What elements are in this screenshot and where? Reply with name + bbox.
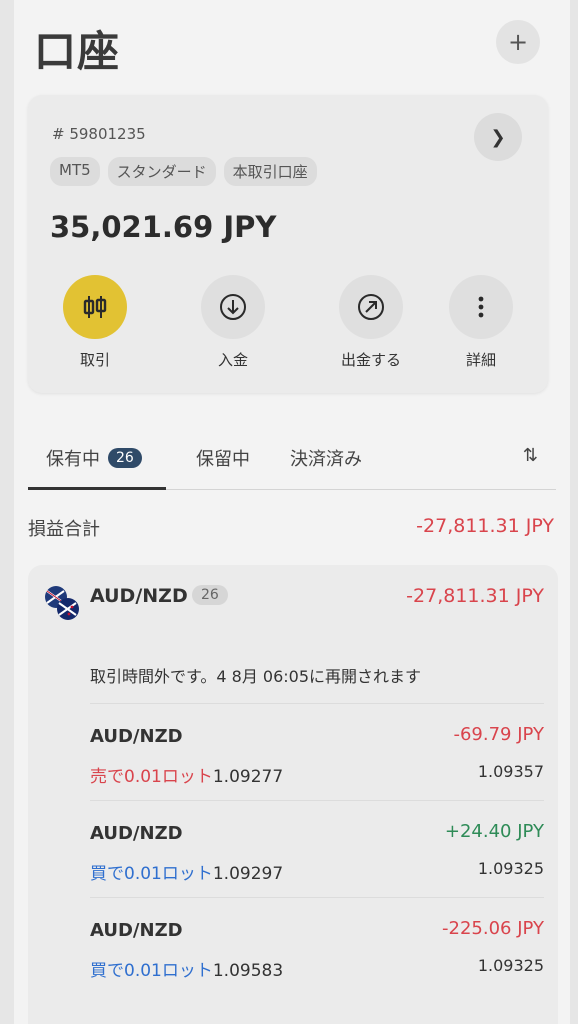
account-card[interactable]: # 59801235 ❯ MT5 スタンダード 本取引口座 35,021.69 … xyxy=(28,95,548,393)
position-side: 買で xyxy=(90,961,124,981)
candlestick-icon xyxy=(83,296,107,318)
position-row[interactable]: AUD/NZD +24.40 JPY 買で0.01ロット1.09297 1.09… xyxy=(90,800,544,897)
position-symbol: AUD/NZD xyxy=(90,823,183,844)
aud-nzd-flag-icon xyxy=(45,586,79,620)
withdraw-label: 出金する xyxy=(340,351,401,369)
active-tab-indicator xyxy=(28,487,166,490)
tab-open-positions[interactable]: 保有中 26 xyxy=(46,445,142,471)
position-current-price: 1.09325 xyxy=(477,859,544,878)
tab-open-label: 保有中 xyxy=(46,449,100,470)
pair-symbol: AUD/NZD xyxy=(90,585,188,607)
sort-icon[interactable]: ⇅ xyxy=(523,445,538,466)
position-open-price: 1.09583 xyxy=(212,961,284,981)
account-actions: 取引 入金 出金する 詳細 xyxy=(28,275,548,375)
account-mode-tag: 本取引口座 xyxy=(223,157,317,186)
more-label: 詳細 xyxy=(465,351,496,369)
position-row[interactable]: AUD/NZD -225.06 JPY 買で0.01ロット1.09583 1.0… xyxy=(90,897,544,994)
account-number: # 59801235 xyxy=(52,125,146,143)
tab-closed-label: 決済済み xyxy=(290,449,362,470)
withdraw-button[interactable]: 出金する xyxy=(316,275,426,370)
more-vertical-icon xyxy=(478,296,484,318)
trade-button[interactable]: 取引 xyxy=(40,275,150,370)
more-button[interactable]: 詳細 xyxy=(426,275,536,370)
account-tags: MT5 スタンダード 本取引口座 xyxy=(50,157,317,186)
position-detail: 買で0.01ロット1.09297 xyxy=(90,859,283,884)
deposit-label: 入金 xyxy=(217,351,248,369)
position-group[interactable]: AUD/NZD 26 -27,811.31 JPY 取引時間外です。4 8月 0… xyxy=(28,565,558,1024)
position-lot: 0.01ロット xyxy=(124,961,213,981)
position-side: 売で xyxy=(90,767,124,787)
open-count-badge: 26 xyxy=(108,448,142,468)
position-open-price: 1.09277 xyxy=(212,767,284,787)
total-pl-label: 損益合計 xyxy=(28,519,100,540)
position-detail: 売で0.01ロット1.09277 xyxy=(90,762,283,787)
screen: 口座 + # 59801235 ❯ MT5 スタンダード 本取引口座 35,02… xyxy=(14,0,570,1024)
position-side: 買で xyxy=(90,864,124,884)
arrow-down-circle-icon xyxy=(220,294,246,320)
platform-tag: MT5 xyxy=(50,157,100,186)
position-lot: 0.01ロット xyxy=(124,864,213,884)
position-current-price: 1.09357 xyxy=(477,762,544,781)
tab-closed-positions[interactable]: 決済済み xyxy=(290,445,362,471)
position-pl: +24.40 JPY xyxy=(444,821,544,842)
position-tabs: 保有中 26 保留中 決済済み ⇅ xyxy=(28,435,556,490)
position-lot: 0.01ロット xyxy=(124,767,213,787)
position-pl: -69.79 JPY xyxy=(453,724,544,745)
trade-label: 取引 xyxy=(79,351,110,369)
page-title: 口座 xyxy=(34,27,121,76)
arrow-up-right-circle-icon xyxy=(358,294,384,320)
pair-header[interactable]: AUD/NZD 26 -27,811.31 JPY xyxy=(28,565,558,625)
position-symbol: AUD/NZD xyxy=(90,920,183,941)
add-account-button[interactable]: + xyxy=(496,20,540,64)
chevron-right-icon: ❯ xyxy=(490,126,506,148)
position-row[interactable]: AUD/NZD -69.79 JPY 売で0.01ロット1.09277 1.09… xyxy=(90,703,544,800)
account-type-tag: スタンダード xyxy=(107,157,216,186)
tab-pending-orders[interactable]: 保留中 xyxy=(196,445,250,471)
position-detail: 買で0.01ロット1.09583 xyxy=(90,956,283,981)
position-current-price: 1.09325 xyxy=(477,956,544,975)
tab-pending-label: 保留中 xyxy=(196,449,250,470)
pair-pl: -27,811.31 JPY xyxy=(406,585,544,607)
total-pl-value: -27,811.31 JPY xyxy=(416,515,554,537)
position-pl: -225.06 JPY xyxy=(442,918,544,939)
account-details-button[interactable]: ❯ xyxy=(474,113,522,161)
position-open-price: 1.09297 xyxy=(212,864,284,884)
position-symbol: AUD/NZD xyxy=(90,726,183,747)
pair-count-badge: 26 xyxy=(192,585,228,605)
market-closed-notice: 取引時間外です。4 8月 06:05に再開されます xyxy=(90,667,422,686)
deposit-button[interactable]: 入金 xyxy=(178,275,288,370)
total-pl-row: 損益合計 -27,811.31 JPY xyxy=(28,515,554,545)
account-balance: 35,021.69 JPY xyxy=(50,210,277,244)
plus-icon: + xyxy=(507,28,529,56)
